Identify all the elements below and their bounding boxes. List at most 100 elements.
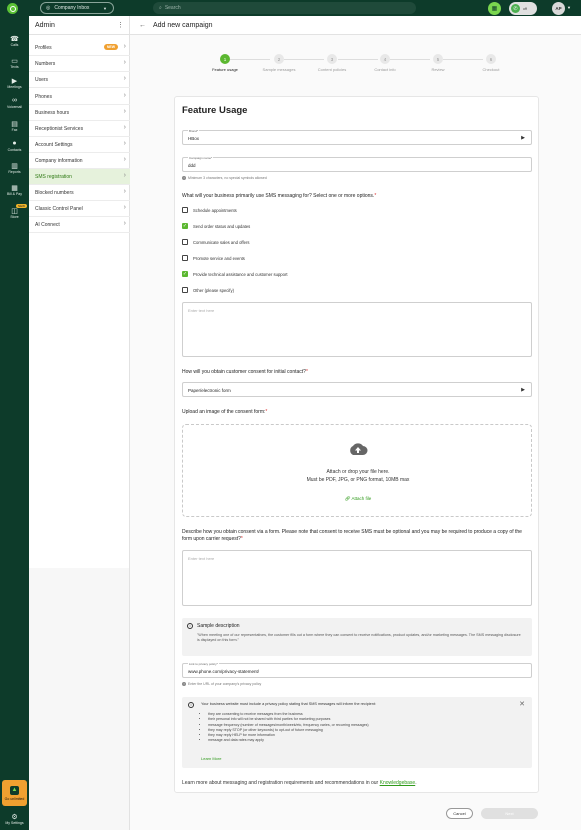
- inbox-label: Company Inbox: [54, 5, 90, 11]
- app-logo-icon[interactable]: [7, 3, 18, 14]
- store-icon: ◫: [11, 207, 18, 215]
- cancel-button[interactable]: Cancel: [446, 808, 473, 819]
- checkbox-order-status[interactable]: ✓ Send order status and updates: [182, 223, 250, 229]
- inbox-selector[interactable]: ◎ Company Inbox ▼: [40, 2, 114, 14]
- checkbox-schedule-appointments[interactable]: Schedule appointments: [182, 207, 237, 213]
- video-icon: ▶: [11, 77, 18, 85]
- admin-item-users[interactable]: Users ›: [29, 72, 130, 88]
- checkbox-promote-events[interactable]: Promote service and events: [182, 255, 245, 261]
- consent-select[interactable]: Paper/electronic form ▶: [182, 382, 532, 397]
- admin-item-numbers[interactable]: Numbers ›: [29, 56, 130, 72]
- main-content: ← Add new campaign 1 Feature usage 2 Sampl…: [130, 16, 581, 830]
- info-icon: i: [187, 623, 193, 629]
- rail-item-calls[interactable]: ☎ Calls: [0, 35, 29, 48]
- rail-item-fax[interactable]: ▤ Fax: [0, 120, 29, 133]
- chevron-down-icon: ▼: [103, 5, 107, 11]
- admin-item-account-settings[interactable]: Account Settings ›: [29, 137, 130, 153]
- upgrade-icon: ▲: [10, 785, 19, 795]
- contacts-icon: ●: [12, 140, 17, 147]
- card-title: Feature Usage: [182, 105, 248, 116]
- campaign-name-input[interactable]: Campaign name* ddd: [182, 155, 532, 172]
- chevron-right-icon: ›: [123, 92, 126, 99]
- cloud-upload-icon: [350, 443, 368, 455]
- step-review[interactable]: 5 Review: [413, 54, 463, 72]
- checkbox[interactable]: [182, 207, 188, 213]
- checkbox[interactable]: [182, 239, 188, 245]
- describe-textarea[interactable]: Enter text here: [182, 550, 532, 606]
- top-bar: ◎ Company Inbox ▼ ⌕ Search ▦ ✆ off AP ▼: [0, 0, 581, 16]
- search-input[interactable]: ⌕ Search: [153, 2, 416, 14]
- other-textarea[interactable]: Enter text here: [182, 302, 532, 357]
- admin-item-ai-connect[interactable]: AI Connect ›: [29, 217, 130, 233]
- admin-item-company-info[interactable]: Company information ›: [29, 153, 130, 169]
- step-content-policies[interactable]: 3 Content policies: [307, 54, 357, 72]
- main-header: ← Add new campaign: [130, 16, 581, 35]
- attach-file-button[interactable]: 🔗︎ Attach file: [183, 496, 533, 502]
- file-dropzone[interactable]: Attach or drop your file here. Must be P…: [182, 424, 532, 517]
- checkbox[interactable]: [182, 255, 188, 261]
- checkbox-technical-support[interactable]: ✓ Provide technical assistance and custom…: [182, 271, 288, 277]
- step-checkout[interactable]: 6 Checkout: [466, 54, 516, 72]
- next-button[interactable]: Next: [481, 808, 538, 819]
- admin-panel-empty-area: [29, 568, 129, 830]
- knowledgebase-link[interactable]: Knowledgebase: [380, 780, 416, 786]
- call-status-label: off: [523, 6, 527, 11]
- upgrade-button[interactable]: ▲ Go unlimited: [2, 780, 27, 806]
- admin-item-profiles[interactable]: Profiles NEW ›: [29, 40, 130, 56]
- chevron-right-icon: ›: [123, 140, 126, 147]
- chevron-right-icon: ›: [123, 75, 126, 82]
- privacy-hint: ! Enter the URL of your company's privacy…: [182, 682, 262, 686]
- phone-icon: ☎: [10, 35, 19, 43]
- back-arrow-icon[interactable]: ←: [139, 22, 146, 29]
- left-rail: ☎ Calls ▭ Texts ▶ Meetings ∞ Voicemail ▤ Fax …: [0, 16, 29, 830]
- caret-right-icon: ▶: [521, 387, 525, 393]
- rail-item-meetings[interactable]: ▶ Meetings: [0, 77, 29, 90]
- info-icon: !: [182, 176, 186, 180]
- rail-item-texts[interactable]: ▭ Texts: [0, 57, 29, 70]
- admin-title: Admin: [35, 21, 55, 29]
- admin-item-phones[interactable]: Phones ›: [29, 89, 130, 105]
- rail-item-bill-pay[interactable]: ▦ Bill & Pay: [0, 184, 29, 197]
- admin-item-receptionist[interactable]: Receptionist Services ›: [29, 121, 130, 137]
- avatar[interactable]: AP: [552, 2, 565, 15]
- admin-item-business-hours[interactable]: Business hours ›: [29, 105, 130, 121]
- step-sample-messages[interactable]: 2 Sample messages: [254, 54, 304, 72]
- knowledgebase-footer: Learn more about messaging and registrat…: [182, 780, 417, 786]
- info-icon: i: [188, 702, 194, 708]
- rail-item-contacts[interactable]: ● Contacts: [0, 140, 29, 152]
- voicemail-icon: ∞: [12, 97, 17, 104]
- apps-grid-icon[interactable]: ▦: [488, 2, 501, 15]
- my-settings-label: My Settings: [5, 821, 24, 825]
- rail-item-store[interactable]: NEW ◫ Store: [0, 204, 29, 219]
- close-icon[interactable]: ✕: [519, 700, 525, 708]
- campaign-hint: ! Minimum 3 characters, no special symbol…: [182, 176, 267, 180]
- step-feature-usage[interactable]: 1 Feature usage: [200, 54, 250, 72]
- admin-item-blocked-numbers[interactable]: Blocked numbers ›: [29, 185, 130, 201]
- privacy-policy-notice: i Your business website must include a p…: [182, 697, 532, 768]
- step-contact-info[interactable]: 4 Contact info: [360, 54, 410, 72]
- checkbox[interactable]: ✓: [182, 223, 188, 229]
- kebab-menu-icon[interactable]: ⋮: [117, 21, 124, 29]
- rail-item-reports[interactable]: ▥ Reports: [0, 162, 29, 175]
- learn-more-link[interactable]: Learn More: [201, 756, 221, 761]
- chevron-right-icon: ›: [123, 188, 126, 195]
- admin-item-classic-control-panel[interactable]: Classic Control Panel ›: [29, 201, 130, 217]
- admin-item-sms-registration[interactable]: SMS registration ›: [29, 169, 130, 185]
- call-status-toggle[interactable]: ✆ off: [509, 2, 537, 15]
- brand-select[interactable]: Brand* HBox ▶: [182, 128, 532, 145]
- chevron-right-icon: ›: [123, 220, 126, 227]
- checkbox[interactable]: ✓: [182, 271, 188, 277]
- new-badge: NEW: [16, 204, 27, 208]
- checkbox[interactable]: [182, 287, 188, 293]
- my-settings-button[interactable]: ⚙ My Settings: [0, 813, 29, 825]
- checkbox-sales-offers[interactable]: Communicate sales and offers: [182, 239, 249, 245]
- rail-item-voicemail[interactable]: ∞ Voicemail: [0, 97, 29, 109]
- chevron-right-icon: ›: [123, 172, 126, 179]
- avatar-chevron-down-icon[interactable]: ▼: [567, 5, 571, 10]
- page-title: Add new campaign: [153, 21, 213, 29]
- privacy-policy-input[interactable]: Link to privacy policy* www.phone.com/pr…: [182, 661, 532, 678]
- chevron-right-icon: ›: [123, 43, 126, 50]
- new-badge: NEW: [103, 44, 118, 50]
- admin-header: Admin ⋮: [29, 16, 130, 35]
- checkbox-other[interactable]: Other (please specify): [182, 287, 234, 293]
